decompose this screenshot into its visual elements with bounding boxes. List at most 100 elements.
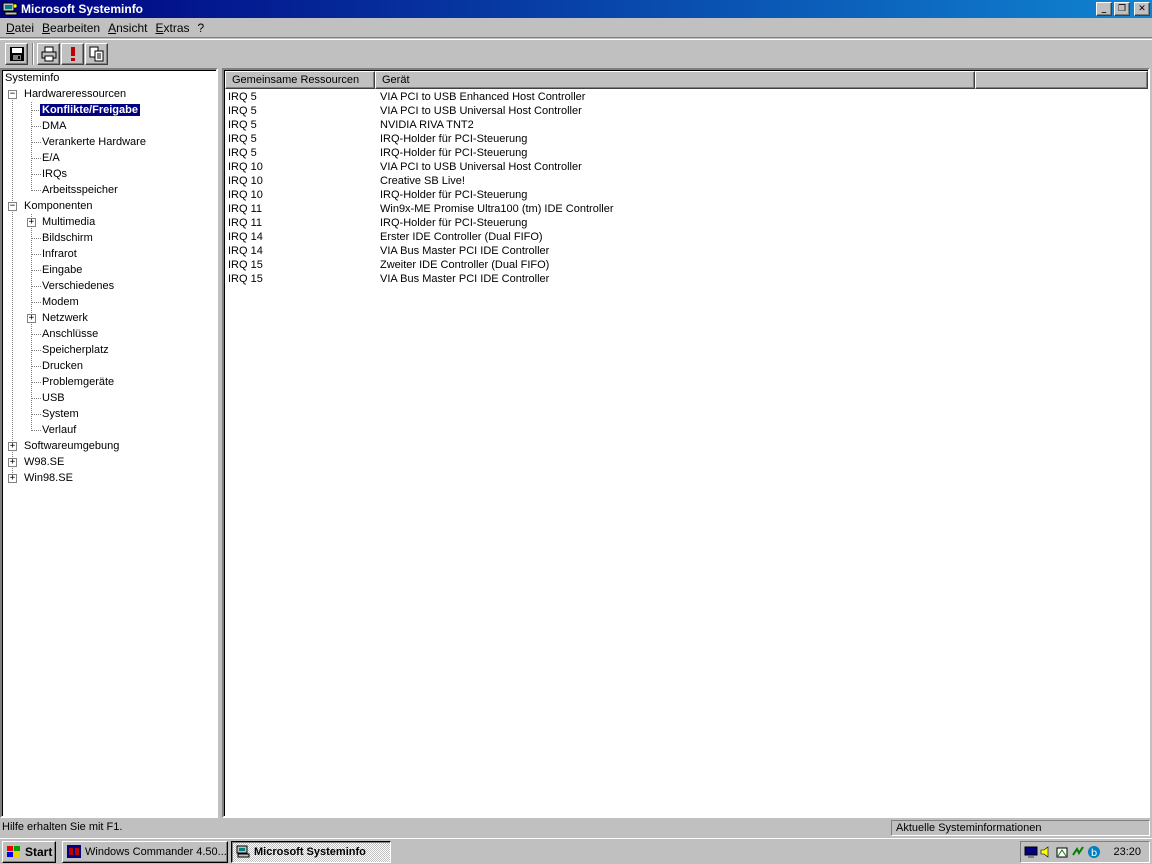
column-header-geraet[interactable]: Gerät: [375, 71, 975, 89]
cell-resource: IRQ 10: [228, 189, 263, 201]
table-row[interactable]: IRQ 10 VIA PCI to USB Universal Host Cont…: [228, 160, 614, 174]
tree-item-eingabe[interactable]: Eingabe: [40, 262, 84, 278]
tree-item-system[interactable]: System: [40, 406, 81, 422]
table-row[interactable]: IRQ 11 Win9x-ME Promise Ultra100 (tm) IDE…: [228, 202, 614, 216]
table-row[interactable]: IRQ 10 IRQ-Holder für PCI-Steuerung: [228, 188, 614, 202]
systeminfo-task-icon: [236, 845, 250, 858]
tree-item-label: Multimedia: [42, 216, 96, 228]
save-button[interactable]: [5, 43, 28, 65]
category-tree[interactable]: Systeminfo − Hardwareressourcen Konflikt…: [0, 68, 218, 818]
tree-item-drucken[interactable]: Drucken: [40, 358, 85, 374]
column-header-empty[interactable]: [975, 71, 1148, 89]
save-icon: [9, 47, 24, 61]
tree-item-win98se[interactable]: Win98.SE: [22, 470, 75, 486]
start-button[interactable]: Start: [2, 841, 56, 863]
table-row[interactable]: IRQ 14 Erster IDE Controller (Dual FIFO): [228, 230, 614, 244]
copy-button[interactable]: [85, 43, 108, 65]
expand-toggle-softwareumgebung[interactable]: +: [8, 442, 17, 451]
tree-item-label: Arbeitsspeicher: [42, 184, 118, 196]
close-button[interactable]: ✕: [1134, 2, 1150, 16]
tree-item-anschluesse[interactable]: Anschlüsse: [40, 326, 100, 342]
column-header-ressourcen[interactable]: Gemeinsame Ressourcen: [225, 71, 375, 89]
cell-device: Win9x-ME Promise Ultra100 (tm) IDE Contr…: [380, 203, 614, 215]
cell-resource: IRQ 15: [228, 259, 263, 271]
minimize-button[interactable]: _: [1096, 2, 1112, 16]
tree-item-dma[interactable]: DMA: [40, 118, 68, 134]
resource-list[interactable]: Gemeinsame Ressourcen Gerät IRQ 5 VIA PCI…: [222, 68, 1150, 818]
tree-item-label: Eingabe: [42, 264, 83, 276]
volume-icon[interactable]: [1039, 845, 1053, 859]
title-bar[interactable]: Microsoft Systeminfo _ ❐ ✕: [0, 0, 1152, 18]
menu-bearbeiten[interactable]: Bearbeiten: [38, 21, 104, 35]
cell-device: Creative SB Live!: [380, 175, 465, 187]
table-row[interactable]: IRQ 10 Creative SB Live!: [228, 174, 614, 188]
antivirus-icon[interactable]: b: [1087, 845, 1101, 859]
table-row[interactable]: IRQ 15 Zweiter IDE Controller (Dual FIFO): [228, 258, 614, 272]
tree-item-label: Problemgeräte: [42, 376, 115, 388]
status-info-text: Aktuelle Systeminformationen: [891, 820, 1150, 836]
alert-button[interactable]: [61, 43, 84, 65]
tree-item-label: Bildschirm: [42, 232, 93, 244]
tree-item-arbeitsspeicher[interactable]: Arbeitsspeicher: [40, 182, 120, 198]
expand-toggle-win98se[interactable]: +: [8, 474, 17, 483]
tree-item-softwareumgebung[interactable]: Softwareumgebung: [22, 438, 121, 454]
table-row[interactable]: IRQ 14 VIA Bus Master PCI IDE Controller: [228, 244, 614, 258]
network-tray-icon[interactable]: [1071, 845, 1085, 859]
tree-item-infrarot[interactable]: Infrarot: [40, 246, 79, 262]
expand-toggle-multimedia[interactable]: +: [27, 218, 36, 227]
table-row[interactable]: IRQ 5 VIA PCI to USB Enhanced Host Contro…: [228, 90, 614, 104]
cell-device: IRQ-Holder für PCI-Steuerung: [380, 217, 528, 229]
menu-datei[interactable]: Datei: [2, 21, 38, 35]
tree-connector: [31, 102, 32, 191]
tree-item-w98se[interactable]: W98.SE: [22, 454, 66, 470]
task-microsoft-systeminfo[interactable]: Microsoft Systeminfo: [231, 841, 391, 863]
tree-item-label: W98.SE: [24, 456, 65, 468]
table-row[interactable]: IRQ 5 IRQ-Holder für PCI-Steuerung: [228, 132, 614, 146]
collapse-toggle-hardwareressourcen[interactable]: −: [8, 90, 17, 99]
tree-item-komponenten[interactable]: Komponenten: [22, 198, 95, 214]
menu-extras[interactable]: Extras: [151, 21, 193, 35]
tree-item-label: Infrarot: [42, 248, 77, 260]
expand-toggle-netzwerk[interactable]: +: [27, 314, 36, 323]
cell-device: Zweiter IDE Controller (Dual FIFO): [380, 259, 550, 271]
expand-toggle-w98se[interactable]: +: [8, 458, 17, 467]
menu-help[interactable]: ?: [194, 21, 209, 35]
table-row[interactable]: IRQ 5 IRQ-Holder für PCI-Steuerung: [228, 146, 614, 160]
table-row[interactable]: IRQ 5 NVIDIA RIVA TNT2: [228, 118, 614, 132]
svg-text:b: b: [1091, 848, 1097, 859]
print-button[interactable]: [37, 43, 60, 65]
table-row[interactable]: IRQ 5 VIA PCI to USB Universal Host Contr…: [228, 104, 614, 118]
tree-item-modem[interactable]: Modem: [40, 294, 81, 310]
tree-item-problemgeraete[interactable]: Problemgeräte: [40, 374, 116, 390]
menu-bar: Datei Bearbeiten Ansicht Extras ?: [0, 18, 1152, 38]
tree-connector: [12, 95, 13, 479]
tree-item-konflikte-freigabe[interactable]: Konflikte/Freigabe: [39, 102, 141, 118]
toolbar-separator: [32, 43, 34, 65]
cell-resource: IRQ 5: [228, 147, 257, 159]
systeminfo-app-icon[interactable]: [2, 2, 18, 16]
tree-item-netzwerk[interactable]: Netzwerk: [40, 310, 90, 326]
menu-ansicht[interactable]: Ansicht: [104, 21, 151, 35]
scheduler-icon[interactable]: [1055, 845, 1069, 859]
table-row[interactable]: IRQ 15 VIA Bus Master PCI IDE Controller: [228, 272, 614, 286]
tree-item-verlauf[interactable]: Verlauf: [40, 422, 78, 438]
tree-item-verschiedenes[interactable]: Verschiedenes: [40, 278, 116, 294]
tree-item-usb[interactable]: USB: [40, 390, 67, 406]
clock[interactable]: 23:20: [1113, 846, 1141, 858]
collapse-toggle-komponenten[interactable]: −: [8, 202, 17, 211]
restore-button[interactable]: ❐: [1114, 2, 1130, 16]
tree-item-systeminfo[interactable]: Systeminfo: [3, 70, 61, 86]
monitor-tray-icon[interactable]: [1024, 845, 1038, 859]
table-row[interactable]: IRQ 11 IRQ-Holder für PCI-Steuerung: [228, 216, 614, 230]
cell-device: Erster IDE Controller (Dual FIFO): [380, 231, 543, 243]
tree-item-hardwareressourcen[interactable]: Hardwareressourcen: [22, 86, 128, 102]
tree-item-e-a[interactable]: E/A: [40, 150, 62, 166]
cell-device: VIA PCI to USB Universal Host Controller: [380, 105, 582, 117]
tree-item-multimedia[interactable]: Multimedia: [40, 214, 97, 230]
tree-item-speicherplatz[interactable]: Speicherplatz: [40, 342, 111, 358]
tree-item-irqs[interactable]: IRQs: [40, 166, 69, 182]
task-windows-commander[interactable]: Windows Commander 4.50...: [62, 841, 228, 863]
tree-item-label: Netzwerk: [42, 312, 88, 324]
tree-item-verankerte-hardware[interactable]: Verankerte Hardware: [40, 134, 148, 150]
tree-item-bildschirm[interactable]: Bildschirm: [40, 230, 95, 246]
